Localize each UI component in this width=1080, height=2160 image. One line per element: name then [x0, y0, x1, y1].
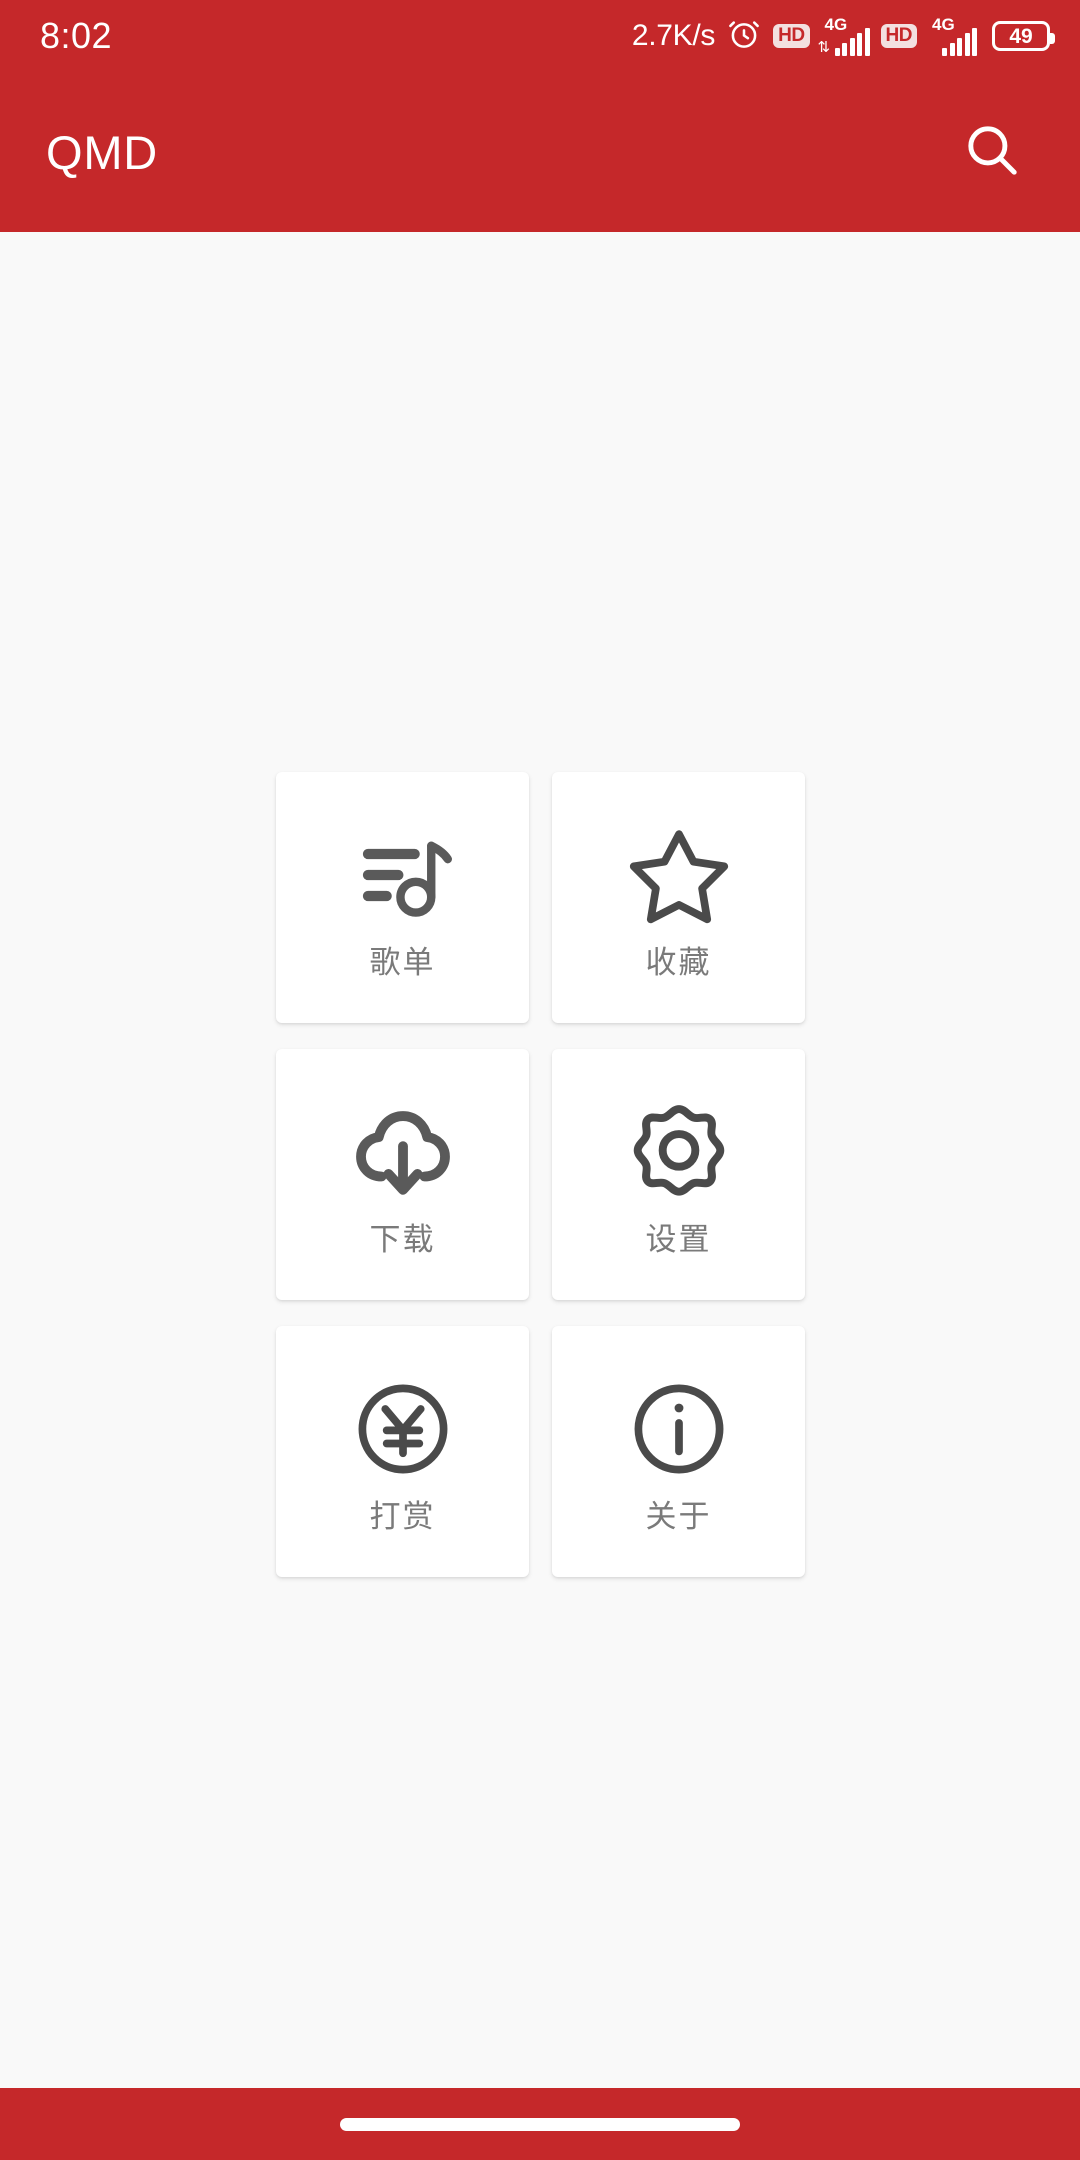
menu-card-label: 关于 — [645, 1499, 712, 1535]
star-outline-icon — [623, 816, 735, 934]
home-gesture-pill[interactable] — [340, 2117, 740, 2131]
main-content: 歌单 收藏 下载 设置 打赏 关于 — [0, 232, 1080, 2160]
menu-card-download[interactable]: 下载 — [276, 1049, 529, 1300]
signal-indicator-sim2: 4G — [928, 16, 977, 56]
hd-badge-sim2: HD — [880, 24, 917, 48]
system-navigation-bar — [0, 2088, 1080, 2160]
status-bar: 8:02 2.7K/s HD 4G ⇅ HD 4G 49 — [0, 0, 1080, 72]
menu-card-label: 歌单 — [369, 945, 436, 981]
signal-indicator-sim1: 4G ⇅ — [817, 15, 870, 56]
info-circle-icon — [623, 1370, 735, 1488]
network-type-label-sim2: 4G — [932, 15, 955, 34]
playlist-music-icon — [347, 816, 459, 934]
menu-card-playlist[interactable]: 歌单 — [276, 772, 529, 1023]
menu-card-label: 打赏 — [369, 1499, 436, 1535]
app-title: QMD — [46, 125, 159, 179]
battery-level-text: 49 — [1009, 24, 1033, 48]
network-speed-text: 2.7K/s — [631, 19, 716, 52]
data-transfer-arrows-icon: ⇅ — [817, 39, 831, 56]
status-bar-icons: 2.7K/s HD 4G ⇅ HD 4G 49 — [631, 15, 1055, 57]
menu-card-about[interactable]: 关于 — [552, 1326, 805, 1577]
search-button[interactable] — [949, 109, 1035, 195]
menu-card-label: 下载 — [369, 1222, 436, 1258]
menu-card-label: 设置 — [645, 1222, 712, 1258]
alarm-clock-icon — [726, 16, 762, 57]
cloud-download-icon — [347, 1093, 459, 1211]
battery-icon: 49 — [992, 21, 1055, 51]
menu-card-settings[interactable]: 设置 — [552, 1049, 805, 1300]
gear-icon — [623, 1093, 735, 1211]
yen-circle-icon — [347, 1370, 459, 1488]
status-clock: 8:02 — [40, 15, 113, 56]
hd-badge-sim1: HD — [773, 24, 810, 48]
app-bar: QMD — [0, 72, 1080, 232]
menu-card-label: 收藏 — [645, 945, 712, 981]
menu-card-favorites[interactable]: 收藏 — [552, 772, 805, 1023]
search-icon — [961, 119, 1023, 186]
menu-card-donate[interactable]: 打赏 — [276, 1326, 529, 1577]
network-type-label-sim1: 4G — [824, 15, 848, 34]
menu-grid: 歌单 收藏 下载 设置 打赏 关于 — [276, 772, 805, 1577]
